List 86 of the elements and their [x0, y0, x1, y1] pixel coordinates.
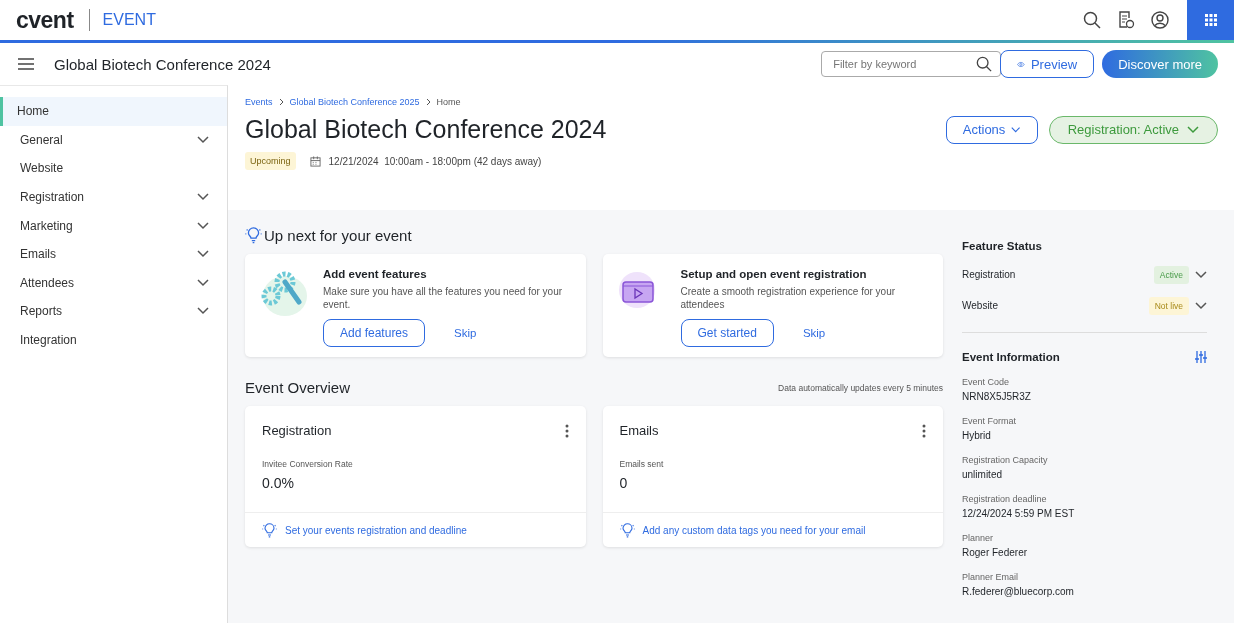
- field-value: NRN8X5J5R3Z: [962, 391, 1032, 402]
- sidebar-item[interactable]: Registration: [0, 182, 227, 212]
- discover-more-button[interactable]: Discover more: [1102, 50, 1218, 78]
- sliders-icon[interactable]: [1195, 351, 1207, 363]
- sidebar-item[interactable]: General: [0, 125, 227, 155]
- panel-title: Feature Status: [962, 240, 1043, 252]
- sidebar-item[interactable]: Integration: [0, 325, 227, 355]
- more-options-icon[interactable]: [564, 423, 569, 438]
- breadcrumb-link[interactable]: Global Biotech Conference 2025: [289, 97, 420, 107]
- card-title: Add event features: [323, 268, 428, 280]
- menu-icon[interactable]: [18, 58, 34, 70]
- chevron-down-icon: [197, 221, 209, 230]
- breadcrumb-current: Home: [436, 97, 461, 107]
- chevron-down-icon: [197, 278, 209, 287]
- sidebar-item[interactable]: Website: [0, 154, 227, 183]
- event-date: 12/21/2024 10:00am - 18:00pm (42 days away): [328, 155, 542, 167]
- page-title: Global Biotech Conference 2024: [245, 115, 608, 144]
- lightbulb-icon: [262, 522, 277, 538]
- field-value: R.federer@bluecorp.com: [962, 586, 1075, 597]
- registration-status-button[interactable]: Registration: Active: [1048, 115, 1218, 144]
- actions-button[interactable]: Actions: [945, 115, 1038, 144]
- chevron-down-icon: [197, 250, 209, 259]
- filter-field[interactable]: Filter by keyword: [821, 51, 1002, 77]
- calendar-icon: [309, 155, 321, 167]
- field-label: Event Format: [962, 416, 1018, 426]
- tip-link[interactable]: Add any custom data tags you need for your email: [642, 524, 866, 536]
- document-clock-icon[interactable]: [1117, 11, 1135, 29]
- app-grid-button[interactable]: [1187, 0, 1234, 40]
- chevron-down-icon: [1011, 125, 1021, 134]
- chevron-down-icon: [197, 307, 209, 316]
- chevron-down-icon: [1187, 125, 1199, 134]
- update-note: Data automatically updates every 5 minutes: [778, 382, 943, 393]
- card-title: Registration: [262, 423, 332, 438]
- sidebar-item[interactable]: Emails: [0, 239, 227, 269]
- skip-button[interactable]: Skip: [454, 327, 477, 339]
- chevron-right-icon: [425, 98, 431, 106]
- chevron-down-icon: [1195, 301, 1207, 310]
- field-label: Registration deadline: [962, 494, 1048, 504]
- lightbulb-icon: [619, 522, 635, 538]
- section-title: Up next for your event: [264, 227, 412, 244]
- field-value: Hybrid: [962, 430, 992, 441]
- card-description: Create a smooth registration experience for your attendees: [680, 285, 897, 311]
- user-icon[interactable]: [1151, 11, 1169, 29]
- event-title: Global Biotech Conference 2024: [54, 55, 272, 73]
- feature-label: Website: [962, 300, 999, 311]
- metric-label: Invitee Conversion Rate: [262, 459, 354, 469]
- primary-action-button[interactable]: Add features: [323, 319, 426, 347]
- card-title: Setup and open event registration: [680, 268, 868, 280]
- more-options-icon[interactable]: [922, 423, 926, 438]
- sidebar-item[interactable]: Marketing: [0, 211, 227, 240]
- section-title: Event Overview: [245, 379, 351, 396]
- primary-action-button[interactable]: Get started: [680, 319, 774, 347]
- field-value: Roger Federer: [962, 547, 1029, 558]
- eye-icon: [1017, 59, 1025, 69]
- lightbulb-icon: [245, 227, 262, 244]
- skip-button[interactable]: Skip: [802, 327, 826, 339]
- metric-value: 0.0%: [262, 475, 295, 491]
- chevron-down-icon: [197, 193, 209, 202]
- search-icon[interactable]: [1083, 11, 1101, 29]
- sidebar-item[interactable]: Reports: [0, 297, 227, 326]
- metric-value: 0: [619, 475, 629, 491]
- panel-title: Event Information: [962, 351, 1060, 363]
- status-badge: Not live: [1148, 296, 1189, 315]
- chevron-right-icon: [278, 98, 284, 106]
- field-value: 12/24/2024 5:59 PM EST: [962, 508, 1076, 519]
- field-label: Planner Email: [962, 572, 1020, 582]
- chevron-down-icon: [1195, 270, 1207, 279]
- tip-link[interactable]: Set your events registration and deadline: [285, 524, 467, 536]
- field-value: unlimited: [962, 469, 1004, 480]
- card-title: Emails: [619, 423, 659, 438]
- sidebar-item[interactable]: Attendees: [0, 268, 227, 298]
- preview-button[interactable]: Preview: [1000, 50, 1095, 78]
- breadcrumb-link[interactable]: Events: [245, 97, 273, 107]
- grid-icon: [1204, 14, 1217, 26]
- chevron-down-icon: [197, 135, 209, 144]
- field-label: Registration Capacity: [962, 455, 1049, 465]
- metric-label: Emails sent: [619, 459, 665, 469]
- logo: cvent: [16, 6, 74, 34]
- field-label: Planner: [962, 533, 995, 543]
- status-badge: Upcoming: [245, 152, 296, 170]
- sidebar-item[interactable]: Home: [0, 97, 227, 126]
- field-label: Event Code: [962, 377, 1011, 387]
- status-badge: Active: [1153, 265, 1189, 284]
- feature-label: Registration: [962, 269, 1017, 280]
- card-description: Make sure you have all the features you need for your event.: [323, 285, 564, 311]
- product-name: EVENT: [102, 11, 156, 29]
